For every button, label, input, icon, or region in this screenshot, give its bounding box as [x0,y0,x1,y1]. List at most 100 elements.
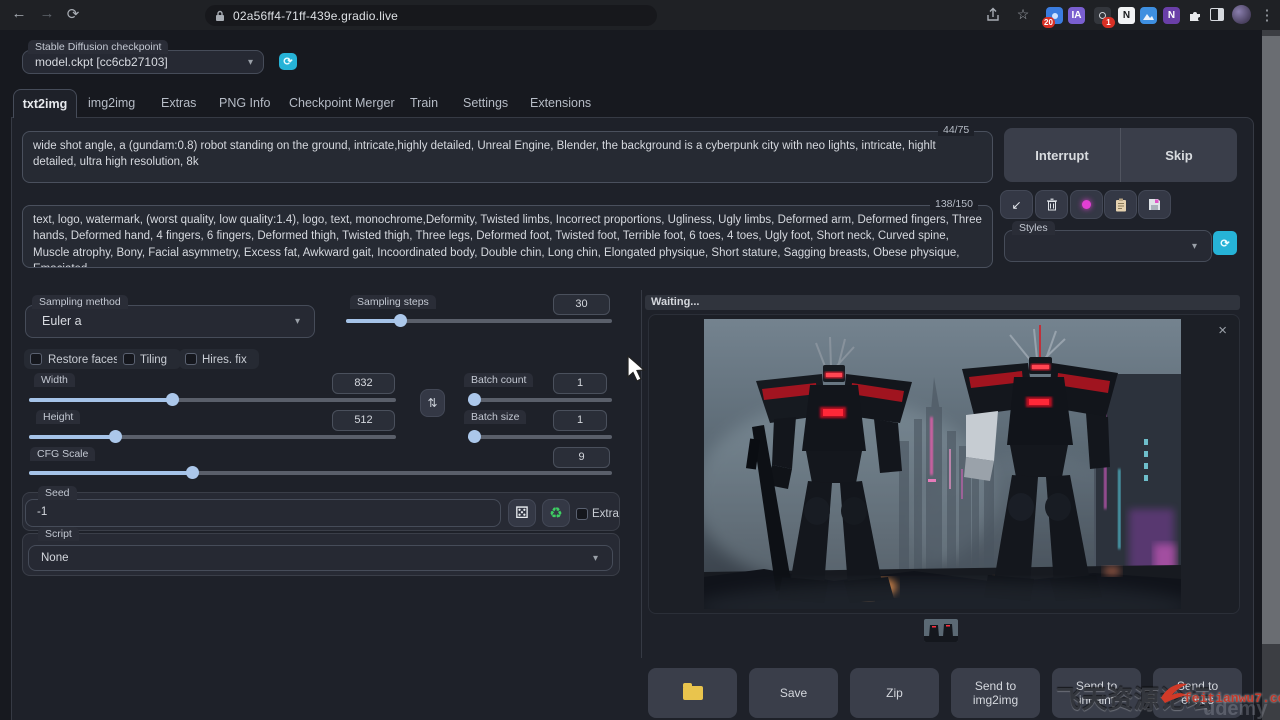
scrollbar-thumb[interactable] [1262,36,1280,644]
skip-button[interactable]: Skip [1121,128,1237,182]
seed-extra-label: Extra [592,508,619,520]
tab-extensions[interactable]: Extensions [530,96,591,110]
tab-settings[interactable]: Settings [463,96,508,110]
address-bar[interactable]: 02a56ff4-71ff-439e.gradio.live [205,5,657,26]
ext-ia-icon[interactable]: IA [1068,7,1085,24]
hires-fix-checkbox[interactable] [185,353,197,365]
styles-label: Styles [1012,221,1055,235]
restore-faces-checkbox[interactable] [30,353,42,365]
tiling-checkbox[interactable] [123,353,135,365]
seed-label: Seed [38,486,77,500]
share-icon[interactable] [985,7,1001,23]
zip-button[interactable]: Zip [850,668,939,718]
chevron-down-icon: ▾ [295,316,300,327]
tab-img2img[interactable]: img2img [88,96,135,110]
profile-avatar[interactable] [1232,5,1251,24]
close-image-icon[interactable]: × [1218,323,1227,338]
ext-pin-badge: 20 [1042,17,1055,28]
checkpoint-value: model.ckpt [cc6cb27103] [35,55,168,69]
height-input[interactable]: 512 [332,410,395,431]
seed-extra-checkbox[interactable] [576,508,588,520]
mouse-cursor [627,355,646,384]
swap-icon: ⇅ [427,396,437,410]
paste-arrow-icon: ↙ [1011,198,1021,212]
negative-prompt-token-counter: 138/150 [930,198,978,210]
styles-refresh-button[interactable]: ⟳ [1213,231,1237,255]
cfg-scale-slider[interactable] [29,471,612,475]
browser-toolbar: ← → ⟳ 02a56ff4-71ff-439e.gradio.live ☆ 2… [0,0,1280,30]
app-window: ← → ⟳ 02a56ff4-71ff-439e.gradio.live ☆ 2… [0,0,1280,720]
tab-extras[interactable]: Extras [161,96,196,110]
reuse-seed-button[interactable]: ♻ [542,499,570,527]
extensions-puzzle-icon[interactable] [1187,7,1203,23]
height-slider-handle[interactable] [109,430,122,443]
open-folder-button[interactable] [648,668,737,718]
batch-size-slider-handle[interactable] [468,430,481,443]
tab-checkpoint-merger[interactable]: Checkpoint Merger [289,96,395,110]
height-slider[interactable] [29,435,396,439]
negative-prompt-textarea[interactable]: text, logo, watermark, (worst quality, l… [22,205,993,268]
gallery-thumbnail[interactable] [924,619,958,642]
batch-size-slider[interactable] [468,435,612,439]
seed-input[interactable]: -1 [25,499,501,527]
sampling-method-dropdown[interactable]: Euler a ▾ [25,305,315,338]
save-button[interactable]: Save [749,668,838,718]
seed-value: -1 [37,506,47,518]
checkpoint-refresh-button[interactable]: ⟳ [279,53,297,70]
width-label: Width [34,373,75,387]
batch-count-slider[interactable] [468,398,612,402]
browser-reload-icon[interactable]: ⟳ [62,5,84,23]
column-divider [641,290,642,658]
side-panel-icon[interactable] [1210,8,1224,21]
batch-count-slider-handle[interactable] [468,393,481,406]
cfg-scale-input[interactable]: 9 [553,447,610,468]
random-seed-button[interactable]: ⚄ [508,499,536,527]
folder-icon [683,686,703,700]
tab-png-info[interactable]: PNG Info [219,96,270,110]
floppy-save-icon [1148,198,1161,211]
lock-icon [215,10,225,22]
batch-size-input[interactable]: 1 [553,410,607,431]
bookmark-star-icon[interactable]: ☆ [1012,6,1034,23]
ext-pin-icon[interactable]: 20 [1046,7,1063,24]
batch-count-input[interactable]: 1 [553,373,607,394]
sampling-method-label: Sampling method [32,295,128,309]
sampling-steps-slider[interactable] [346,319,612,323]
width-input[interactable]: 832 [332,373,395,394]
ext-camera-icon[interactable]: 1 [1094,7,1111,24]
width-slider-handle[interactable] [166,393,179,406]
apply-styles-button[interactable] [1104,190,1137,219]
browser-back-icon[interactable]: ← [8,5,30,22]
generated-image[interactable] [704,319,1181,609]
tab-train[interactable]: Train [410,96,438,110]
sampling-steps-slider-handle[interactable] [394,314,407,327]
browser-menu-icon[interactable]: ⋮ [1256,6,1278,24]
send-to-img2img-button[interactable]: Send to img2img [951,668,1040,718]
tiling-label: Tiling [140,354,167,366]
sampling-steps-label: Sampling steps [350,295,436,309]
ext-notion-icon[interactable]: N [1118,7,1135,24]
hires-fix-label: Hires. fix [202,354,247,366]
ext-image-icon[interactable] [1140,7,1157,24]
script-value: None [41,552,69,564]
width-slider[interactable] [29,398,396,402]
interrupt-button[interactable]: Interrupt [1004,128,1120,182]
gallery-viewport: × [648,314,1240,614]
clear-prompt-button[interactable] [1035,190,1068,219]
cfg-scale-slider-handle[interactable] [186,466,199,479]
tab-txt2img[interactable]: txt2img [13,89,77,118]
progress-bar: Waiting... [645,295,1240,310]
url-text: 02a56ff4-71ff-439e.gradio.live [233,9,398,23]
swap-dimensions-button[interactable]: ⇅ [420,389,445,417]
extra-networks-button[interactable] [1070,190,1103,219]
ext-onenote-icon[interactable]: N [1163,7,1180,24]
sampling-steps-input[interactable]: 30 [553,294,610,315]
gallery-thumbnail-image [924,619,958,642]
paste-generation-params-button[interactable]: ↙ [1000,190,1033,219]
save-style-button[interactable] [1138,190,1171,219]
chevron-down-icon: ▾ [248,57,253,68]
browser-forward-icon[interactable]: → [36,5,58,22]
prompt-textarea[interactable]: wide shot angle, a (gundam:0.8) robot st… [22,131,993,183]
script-dropdown[interactable]: None ▾ [28,545,613,571]
trash-icon [1046,198,1058,211]
